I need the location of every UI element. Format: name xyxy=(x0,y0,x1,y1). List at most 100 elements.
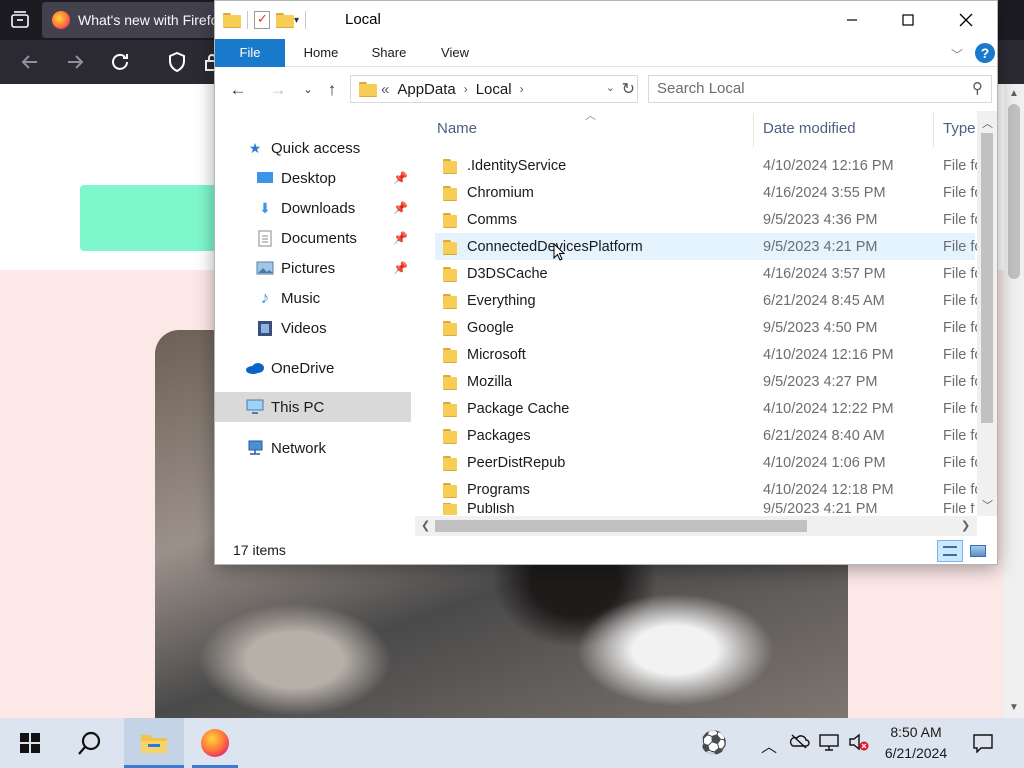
vscroll-thumb[interactable] xyxy=(981,133,993,423)
file-row[interactable]: .IdentityService 4/10/2024 12:16 PM File f… xyxy=(435,152,983,179)
back-button[interactable]: ← xyxy=(227,79,249,101)
chevron-right-icon[interactable]: › xyxy=(520,82,524,96)
hscroll-thumb[interactable] xyxy=(435,520,807,532)
firefox-tab[interactable]: What's new with Firefox xyxy=(42,2,232,38)
file-row[interactable]: Programs 4/10/2024 12:18 PM File fo xyxy=(435,476,983,503)
tab-view[interactable]: View xyxy=(427,39,483,67)
clock[interactable]: 8:50 AM 6/21/2024 xyxy=(872,722,960,764)
file-name[interactable]: .IdentityService xyxy=(443,158,566,174)
refresh-icon[interactable]: ↻ xyxy=(622,79,635,99)
file-row[interactable]: PeerDistRepub 4/10/2024 1:06 PM File fo xyxy=(435,449,983,476)
scroll-down-icon[interactable]: ▼ xyxy=(1009,702,1019,713)
file-name[interactable]: Google xyxy=(443,320,514,336)
file-name[interactable]: Package Cache xyxy=(443,401,569,417)
taskbar-file-explorer[interactable] xyxy=(124,718,184,768)
nav-desktop[interactable]: Desktop 📌 xyxy=(215,163,411,193)
column-header-date[interactable]: Date modified xyxy=(763,111,856,147)
column-header-type[interactable]: Type xyxy=(943,111,976,147)
nav-quick-access[interactable]: ★ Quick access xyxy=(215,133,411,163)
nav-videos[interactable]: Videos xyxy=(215,313,411,343)
up-button[interactable]: ↑ xyxy=(321,79,343,101)
pin-icon[interactable]: 📌 xyxy=(393,171,408,185)
address-dropdown-icon[interactable]: ⌄ xyxy=(606,81,615,94)
file-row[interactable]: D3DSCache 4/16/2024 3:57 PM File fo xyxy=(435,260,983,287)
file-name[interactable]: Packages xyxy=(443,428,531,444)
tab-home[interactable]: Home xyxy=(293,39,349,67)
forward-button[interactable]: → xyxy=(267,79,289,101)
forward-arrow-icon[interactable] xyxy=(63,50,87,74)
breadcrumb-local[interactable]: Local xyxy=(476,81,512,98)
search-box[interactable]: Search Local ⚲ xyxy=(648,75,992,103)
scroll-right-icon[interactable]: ❯ xyxy=(961,519,970,532)
file-name[interactable]: Everything xyxy=(443,293,536,309)
maximize-button[interactable] xyxy=(879,1,937,39)
webpage-scrollbar-thumb[interactable] xyxy=(1008,104,1020,279)
notifications-icon[interactable] xyxy=(972,733,994,754)
file-list-hscrollbar[interactable]: ❮ ❯ xyxy=(415,516,977,536)
close-button[interactable] xyxy=(937,1,995,39)
file-name[interactable]: PeerDistRepub xyxy=(443,455,565,471)
nav-pictures[interactable]: Pictures 📌 xyxy=(215,253,411,283)
file-row[interactable]: ConnectedDevicesPlatform 9/5/2023 4:21 PM… xyxy=(435,233,983,260)
help-icon[interactable]: ? xyxy=(975,43,995,63)
pin-icon[interactable]: 📌 xyxy=(393,261,408,275)
pin-icon[interactable]: 📌 xyxy=(393,231,408,245)
pin-icon[interactable]: 📌 xyxy=(393,201,408,215)
file-name[interactable]: Programs xyxy=(443,482,530,498)
reload-icon[interactable] xyxy=(108,50,132,74)
file-row[interactable]: Mozilla 9/5/2023 4:27 PM File fo xyxy=(435,368,983,395)
file-name[interactable]: Chromium xyxy=(443,185,534,201)
chevron-up-icon[interactable]: ︿ xyxy=(758,733,780,756)
file-row[interactable]: Microsoft 4/10/2024 12:16 PM File fo xyxy=(435,341,983,368)
file-name[interactable]: Publish xyxy=(443,503,515,515)
search-icon[interactable]: ⚲ xyxy=(972,76,983,102)
address-overflow[interactable]: « xyxy=(381,81,389,98)
nav-this-pc[interactable]: This PC xyxy=(215,392,411,422)
tab-file[interactable]: File xyxy=(215,39,285,67)
shield-icon[interactable] xyxy=(165,50,189,74)
file-row[interactable]: Everything 6/21/2024 8:45 AM File fo xyxy=(435,287,983,314)
tab-share[interactable]: Share xyxy=(361,39,417,67)
new-folder-icon[interactable] xyxy=(276,13,294,28)
file-name[interactable]: ConnectedDevicesPlatform xyxy=(443,239,643,255)
file-row[interactable]: Comms 9/5/2023 4:36 PM File fo xyxy=(435,206,983,233)
nav-network[interactable]: Network xyxy=(215,433,411,463)
minimize-button[interactable] xyxy=(823,1,881,39)
nav-documents[interactable]: Documents 📌 xyxy=(215,223,411,253)
recent-locations-icon[interactable]: ⌄ xyxy=(297,79,319,101)
file-row[interactable]: Publish 9/5/2023 4:21 PM File fo xyxy=(435,503,975,515)
breadcrumb-appdata[interactable]: AppData xyxy=(397,81,455,98)
scroll-left-icon[interactable]: ❮ xyxy=(421,519,430,532)
file-name[interactable]: Microsoft xyxy=(443,347,526,363)
scroll-up-icon[interactable]: ︿ xyxy=(982,115,993,131)
address-bar[interactable]: « AppData › Local › ⌄ ↻ xyxy=(350,75,638,103)
file-name[interactable]: Mozilla xyxy=(443,374,512,390)
start-button[interactable] xyxy=(0,718,60,768)
chevron-right-icon[interactable]: › xyxy=(464,82,468,96)
taskbar-firefox[interactable] xyxy=(186,718,244,768)
file-list-vscrollbar[interactable]: ︿ ﹀ xyxy=(977,111,997,516)
tab-list-icon[interactable] xyxy=(8,8,32,32)
column-header-name[interactable]: Name xyxy=(437,111,477,147)
webpage-scrollbar[interactable]: ▲ ▼ xyxy=(1004,84,1024,718)
volume-muted-icon[interactable] xyxy=(848,733,870,753)
webpage-cta-button[interactable] xyxy=(80,185,230,251)
file-name[interactable]: D3DSCache xyxy=(443,266,548,282)
properties-icon[interactable] xyxy=(254,11,270,29)
scroll-up-icon[interactable]: ▲ xyxy=(1009,88,1019,99)
nav-downloads[interactable]: ⬇ Downloads 📌 xyxy=(215,193,411,223)
file-row[interactable]: Packages 6/21/2024 8:40 AM File fo xyxy=(435,422,983,449)
large-icons-view-button[interactable] xyxy=(965,540,991,562)
file-row[interactable]: Chromium 4/16/2024 3:55 PM File fo xyxy=(435,179,983,206)
onedrive-sync-icon[interactable] xyxy=(788,733,810,753)
expand-ribbon-icon[interactable]: ﹀ xyxy=(951,46,963,63)
nav-onedrive[interactable]: OneDrive xyxy=(215,353,411,383)
file-row[interactable]: Google 9/5/2023 4:50 PM File fo xyxy=(435,314,983,341)
soccer-ball-icon[interactable]: ⚽ xyxy=(700,730,727,755)
details-view-button[interactable] xyxy=(937,540,963,562)
file-row[interactable]: Package Cache 4/10/2024 12:22 PM File fo xyxy=(435,395,983,422)
network-status-icon[interactable] xyxy=(818,733,840,753)
scroll-down-icon[interactable]: ﹀ xyxy=(982,497,993,513)
back-arrow-icon[interactable] xyxy=(18,50,42,74)
search-button[interactable] xyxy=(62,718,118,768)
